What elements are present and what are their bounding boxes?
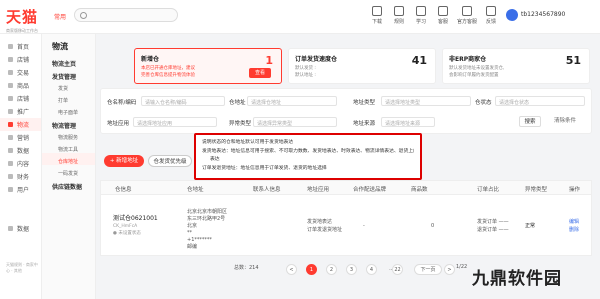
address-type-select[interactable]: 请选择地址类型: [381, 96, 471, 106]
next-page-button[interactable]: 下一页: [414, 264, 442, 275]
sidebar-item-data-bottom[interactable]: 数据: [0, 222, 41, 235]
subnav-group-logistics[interactable]: 物流管理: [42, 116, 95, 130]
sidebar-item-user[interactable]: 用户: [0, 183, 41, 196]
trade-icon: [8, 70, 13, 75]
warehouse-status-select[interactable]: 请选择仓状态: [495, 96, 585, 106]
sidebar-item-trade[interactable]: 交易: [0, 66, 41, 79]
address-source-select[interactable]: 请选择地址来源: [381, 117, 435, 127]
subnav-group-shipping[interactable]: 发货管理: [42, 67, 95, 81]
subnav-item-ship[interactable]: 发货: [42, 80, 95, 92]
search-button[interactable]: 搜索: [519, 116, 541, 127]
delete-link[interactable]: 删除: [569, 227, 579, 234]
page-1[interactable]: 1: [306, 264, 317, 275]
card-new-warehouse: 新增仓 1 本店已开通仓库地址，建议 完善仓库信息提升物流体验 查看: [134, 48, 282, 84]
feedback-icon: [486, 6, 496, 16]
logo-text: 天猫: [6, 8, 39, 26]
learn-icon: [416, 6, 426, 16]
card-order-speed[interactable]: 订单发货速度仓 41 默认发货 : 默认地址 :: [288, 48, 436, 84]
highlight-tooltip: 说明状态的仓和地址默认可用于发货地表达 发货地表达：地址信息可用于搜索、不可取力…: [194, 133, 422, 180]
sidebar-item-finance[interactable]: 财务: [0, 170, 41, 183]
subnav-item-warehouse[interactable]: 仓库地址: [42, 153, 95, 165]
tool-feedback[interactable]: 反馈: [480, 6, 502, 25]
data-icon: [8, 148, 13, 153]
table-header: 仓信息 仓地址 联系人信息 地址应用 合作配送品牌 商品数 订单占比 异常类型 …: [101, 181, 591, 195]
sub-sidebar: 物流 物流主页 发货管理 发货 打单 电子面单 物流管理 物流服务 物流工具 仓…: [42, 34, 96, 299]
tool-service[interactable]: 客服: [432, 6, 454, 25]
home-icon: [8, 44, 13, 49]
sidebar-item-data[interactable]: 数据: [0, 144, 41, 157]
tmall-logo[interactable]: 天猫 商家版移动工作台: [6, 6, 38, 34]
filter-panel: 仓名称/编码 请输入仓名称/编码 仓地址 请选择仓地址 地址类型 请选择地址类型…: [100, 88, 592, 134]
watermark: 九鼎软件园: [472, 269, 562, 289]
official-service-icon: [462, 6, 472, 16]
download-icon: [372, 6, 382, 16]
store-icon: [8, 96, 13, 101]
edit-link[interactable]: 编辑: [569, 219, 579, 226]
page-next-arrow[interactable]: >: [444, 264, 455, 275]
data-icon: [8, 226, 13, 231]
sidebar-item-logistics[interactable]: 物流: [0, 118, 41, 131]
warehouse-table: 仓信息 仓地址 联系人信息 地址应用 合作配送品牌 商品数 订单占比 异常类型 …: [100, 180, 592, 256]
reset-button[interactable]: 清除条件: [547, 116, 583, 127]
page-prev[interactable]: <: [286, 264, 297, 275]
warehouse-address-select[interactable]: 请选择仓地址: [247, 96, 337, 106]
total-count: 总数：214: [234, 265, 259, 271]
sidebar-footer: 天猫规则 · 商家中心 · 其他: [6, 262, 38, 273]
page-4[interactable]: 4: [366, 264, 377, 275]
finance-icon: [8, 174, 13, 179]
view-button[interactable]: 查看: [249, 68, 271, 78]
main-sidebar: 首页 店铺 交易 商品 店铺 推广 物流 营销 数据 内容 财务 用户 数据 天…: [0, 34, 42, 299]
sidebar-item-goods[interactable]: 商品: [0, 79, 41, 92]
rules-icon: [394, 6, 404, 16]
user-icon: [8, 187, 13, 192]
subnav-item-onecode[interactable]: 一码发货: [42, 165, 95, 177]
sidebar-item-shop[interactable]: 店铺: [0, 53, 41, 66]
search-input[interactable]: [74, 8, 178, 22]
marketing-icon: [8, 135, 13, 140]
priority-button[interactable]: 仓发货优先级: [148, 155, 192, 167]
page-2[interactable]: 2: [326, 264, 337, 275]
sidebar-item-home[interactable]: 首页: [0, 40, 41, 53]
user-name[interactable]: tb1234567890: [521, 11, 565, 18]
tool-official-service[interactable]: 官方客服: [454, 6, 480, 25]
content-icon: [8, 161, 13, 166]
page-22[interactable]: 22: [392, 264, 403, 275]
tool-learn[interactable]: 学习: [410, 6, 432, 25]
shop-icon: [8, 57, 13, 62]
subnav-group-supply[interactable]: 供应链数据: [42, 177, 95, 191]
tool-rules[interactable]: 规则: [388, 6, 410, 25]
common-tab[interactable]: 常用: [54, 12, 66, 21]
page-3[interactable]: 3: [346, 264, 357, 275]
sidebar-item-store[interactable]: 店铺: [0, 92, 41, 105]
logistics-icon: [8, 122, 13, 127]
promo-icon: [8, 109, 13, 114]
card-non-erp[interactable]: 非ERP商家仓 51 默认发货地址未设置发货仓, 会影响订单履约发货配置: [442, 48, 590, 84]
service-icon: [438, 6, 448, 16]
subnav-logistics-home[interactable]: 物流主页: [42, 54, 95, 68]
goods-icon: [8, 83, 13, 88]
sidebar-item-content[interactable]: 内容: [0, 157, 41, 170]
sidebar-item-promo[interactable]: 推广: [0, 105, 41, 118]
warehouse-name-input[interactable]: 请输入仓名称/编码: [141, 96, 225, 106]
subnav-item-waybill[interactable]: 电子面单: [42, 104, 95, 116]
address-usage-select[interactable]: 请选择地址应用: [133, 117, 217, 127]
issue-type-select[interactable]: 请选择异常类型: [253, 117, 337, 127]
subnav-item-print[interactable]: 打单: [42, 92, 95, 104]
sidebar-item-marketing[interactable]: 营销: [0, 131, 41, 144]
page-title: 物流: [52, 42, 68, 51]
subnav-item-service[interactable]: 物流服务: [42, 129, 95, 141]
subnav-item-tools[interactable]: 物流工具: [42, 141, 95, 153]
top-bar: 天猫 商家版移动工作台 常用 下载 规则 学习 客服 官方客服 反馈 tb123…: [0, 0, 600, 34]
page-size: 1/22: [456, 264, 468, 270]
search-icon: [80, 12, 87, 19]
add-address-button[interactable]: + 新增地址: [104, 155, 144, 167]
tool-download[interactable]: 下载: [366, 6, 388, 25]
avatar[interactable]: [506, 9, 518, 21]
